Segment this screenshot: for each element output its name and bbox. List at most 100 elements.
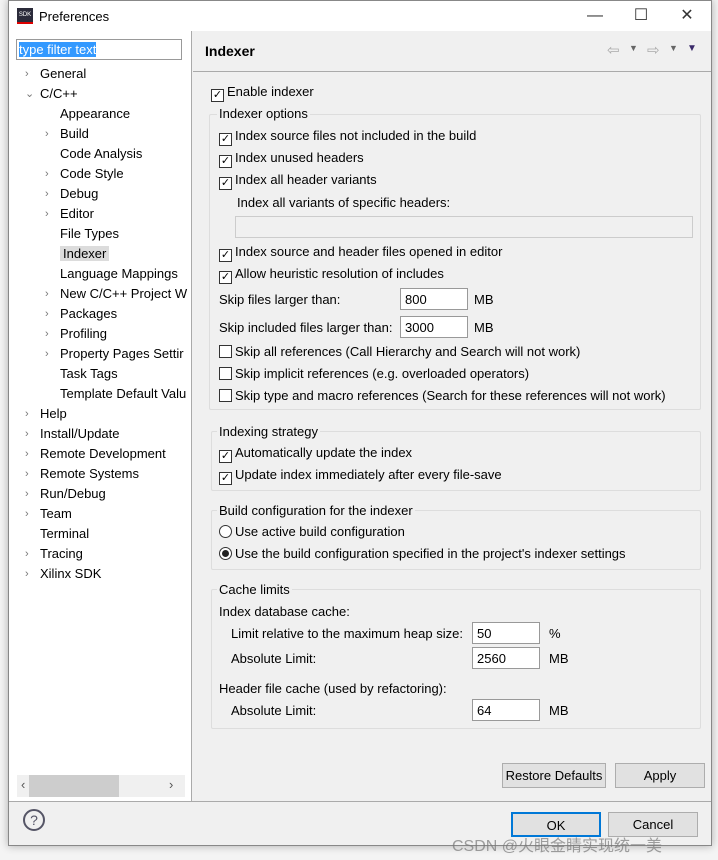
chevron-right-icon[interactable]: › (25, 424, 39, 444)
chevron-right-icon[interactable]: › (25, 504, 39, 524)
preference-tree-panel: type filter text › General ⌄ C/C++ Appearanc… (9, 31, 192, 801)
chevron-right-icon[interactable]: › (45, 304, 59, 324)
tree-item[interactable]: › Run/Debug (25, 484, 106, 504)
tree-item[interactable]: › Property Pages Settir (45, 344, 184, 364)
active-build-config-radio[interactable]: Use active build configuration (219, 524, 405, 540)
tree-item[interactable]: › Tracing (25, 544, 83, 564)
tree-item-label: Terminal (40, 526, 90, 541)
absolute-limit-label: Absolute Limit: (231, 651, 317, 666)
tree-item[interactable]: › Xilinx SDK (25, 564, 101, 584)
relative-limit-input[interactable]: 50 (472, 622, 540, 644)
variants-input[interactable] (235, 216, 693, 238)
group-label: Cache limits (217, 582, 292, 597)
chevron-right-icon[interactable]: › (25, 544, 39, 564)
tree-item-label: General (40, 66, 87, 81)
tree-item[interactable]: Language Mappings (45, 264, 178, 284)
chevron-right-icon[interactable]: › (45, 184, 59, 204)
skip-implicit-references-checkbox[interactable]: Skip implicit references (e.g. overloade… (219, 366, 529, 382)
help-icon[interactable]: ? (23, 809, 45, 831)
tree-item[interactable]: › Code Style (45, 164, 124, 184)
horizontal-scrollbar[interactable]: ‹ › (17, 775, 185, 797)
tree-item[interactable]: File Types (45, 224, 119, 244)
chevron-right-icon[interactable]: › (25, 484, 39, 504)
close-button[interactable]: ✕ (667, 5, 707, 27)
tree-item-label: Help (40, 406, 67, 421)
tree-item[interactable]: › Remote Systems (25, 464, 139, 484)
skip-larger-input[interactable]: 800 (400, 288, 468, 310)
view-menu-icon[interactable]: ▼ (687, 43, 697, 54)
tree-item[interactable]: Indexer (45, 244, 110, 264)
group-label: Build configuration for the indexer (217, 503, 415, 518)
tree-item-label: Install/Update (40, 426, 120, 441)
tree-item[interactable]: Template Default Valu (45, 384, 186, 404)
tree-item[interactable]: › Packages (45, 304, 117, 324)
tree-item[interactable]: › Editor (45, 204, 94, 224)
index-unused-headers-checkbox[interactable]: ✓ Index unused headers (219, 150, 364, 168)
tree-item[interactable]: Appearance (45, 104, 130, 124)
tree-item-label: Task Tags (60, 366, 118, 381)
tree-item[interactable]: › Build (45, 124, 89, 144)
scroll-right-icon[interactable]: › (169, 777, 173, 792)
tree-item[interactable]: › Team (25, 504, 72, 524)
heuristic-includes-checkbox[interactable]: ✓ Allow heuristic resolution of includes (219, 266, 444, 284)
tree-item[interactable]: › Debug (45, 184, 98, 204)
forward-menu-icon[interactable]: ▼ (669, 43, 678, 53)
chevron-down-icon[interactable]: ⌄ (25, 84, 39, 104)
divider (9, 801, 711, 802)
header-cache-label: Header file cache (used by refactoring): (219, 681, 447, 696)
chevron-right-icon[interactable]: › (25, 444, 39, 464)
chevron-right-icon[interactable]: › (45, 284, 59, 304)
tree-item-label: Build (60, 126, 89, 141)
back-menu-icon[interactable]: ▼ (629, 43, 638, 53)
chevron-right-icon[interactable]: › (45, 124, 59, 144)
tree-item[interactable]: › Help (25, 404, 67, 424)
forward-arrow-icon[interactable]: ⇨ (647, 41, 660, 59)
unit-label: MB (474, 320, 494, 335)
apply-button[interactable]: Apply (615, 763, 705, 788)
index-db-cache-label: Index database cache: (219, 604, 350, 619)
scroll-left-icon[interactable]: ‹ (21, 777, 25, 792)
chevron-right-icon[interactable]: › (45, 164, 59, 184)
restore-defaults-button[interactable]: Restore Defaults (502, 763, 606, 788)
skip-included-input[interactable]: 3000 (400, 316, 468, 338)
specified-build-config-radio[interactable]: Use the build configuration specified in… (219, 546, 626, 562)
chevron-right-icon[interactable]: › (45, 344, 59, 364)
skip-type-macro-references-checkbox[interactable]: Skip type and macro references (Search f… (219, 388, 666, 404)
scrollbar-thumb[interactable] (29, 775, 119, 797)
tree-item[interactable]: › New C/C++ Project W (45, 284, 187, 304)
tree-item[interactable]: › Remote Development (25, 444, 166, 464)
back-arrow-icon[interactable]: ⇦ (607, 41, 620, 59)
tree-item[interactable]: Task Tags (45, 364, 118, 384)
tree-item[interactable]: ⌄ C/C++ (25, 84, 78, 104)
auto-update-index-checkbox[interactable]: ✓ Automatically update the index (219, 445, 412, 463)
chevron-right-icon[interactable]: › (25, 564, 39, 584)
index-opened-files-checkbox[interactable]: ✓ Index source and header files opened in… (219, 244, 502, 262)
tree-item[interactable]: › Install/Update (25, 424, 120, 444)
tree-item[interactable]: Terminal (25, 524, 89, 544)
filter-input[interactable]: type filter text (16, 39, 182, 60)
tree-item-label: Editor (60, 206, 94, 221)
skip-all-references-checkbox[interactable]: Skip all references (Call Hierarchy and … (219, 344, 580, 360)
chevron-right-icon[interactable]: › (45, 204, 59, 224)
maximize-button[interactable]: ☐ (621, 5, 661, 27)
absolute-limit-input[interactable]: 2560 (472, 647, 540, 669)
index-all-header-variants-checkbox[interactable]: ✓ Index all header variants (219, 172, 377, 190)
index-source-not-in-build-checkbox[interactable]: ✓ Index source files not included in the … (219, 128, 476, 146)
tree-item[interactable]: › Profiling (45, 324, 107, 344)
enable-indexer-checkbox[interactable]: ✓ Enable indexer (211, 84, 314, 102)
tree-item-label: Appearance (60, 106, 131, 121)
update-after-save-checkbox[interactable]: ✓ Update index immediately after every fi… (219, 467, 502, 485)
tree-item-label: Run/Debug (40, 486, 106, 501)
tree-item-label: Team (40, 506, 72, 521)
chevron-right-icon[interactable]: › (25, 464, 39, 484)
tree-item[interactable]: › General (25, 64, 86, 84)
tree-item-label: Packages (60, 306, 118, 321)
tree-item[interactable]: Code Analysis (45, 144, 142, 164)
chevron-right-icon[interactable]: › (45, 324, 59, 344)
header-absolute-limit-input[interactable]: 64 (472, 699, 540, 721)
chevron-right-icon[interactable]: › (25, 404, 39, 424)
minimize-button[interactable]: — (575, 5, 615, 27)
chevron-right-icon[interactable]: › (25, 64, 39, 84)
skip-larger-label: Skip files larger than: (219, 292, 341, 307)
unit-label: MB (549, 651, 569, 666)
